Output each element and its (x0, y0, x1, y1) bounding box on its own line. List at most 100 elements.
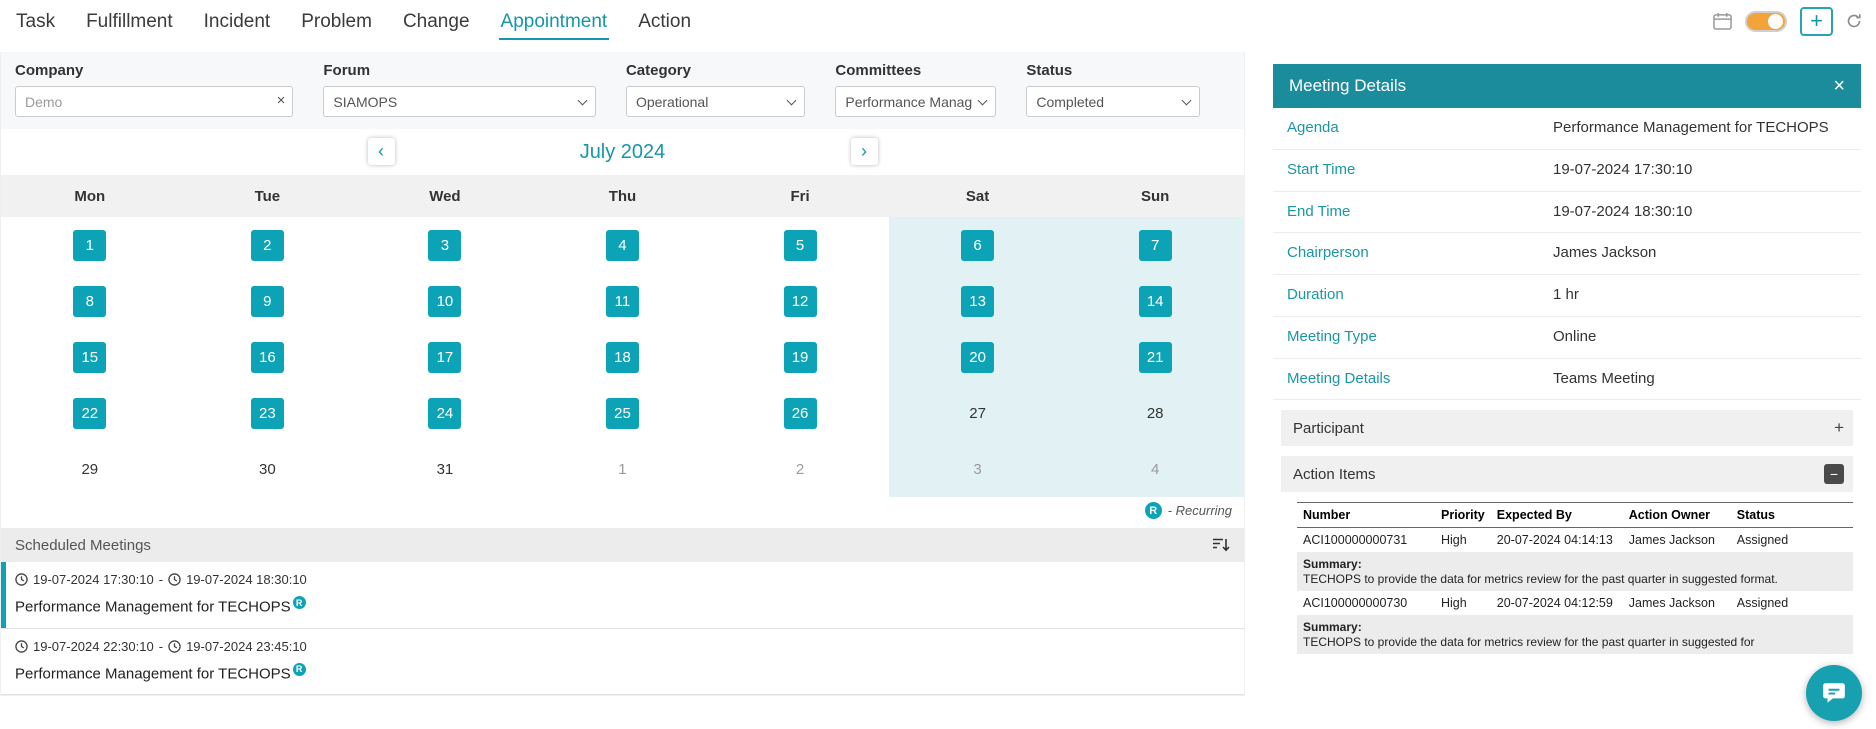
detail-field: Chairperson James Jackson (1273, 233, 1861, 275)
calendar-day-29[interactable]: 29 (73, 454, 106, 485)
calendar-day-1[interactable]: 1 (73, 229, 107, 261)
calendar-cell: 13 (888, 273, 1067, 329)
action-col-expected-by: Expected By (1490, 502, 1623, 529)
calendar-cell: 8 (1, 273, 179, 329)
calendar-cell: 20 (888, 329, 1067, 385)
calendar-cell: 26 (711, 385, 889, 441)
calendar-day-14[interactable]: 14 (1138, 285, 1172, 317)
category-select[interactable]: Operational (625, 86, 806, 117)
company-input[interactable] (15, 86, 294, 117)
calendar-day-4[interactable]: 4 (605, 229, 639, 261)
participant-section-header[interactable]: Participant + (1281, 410, 1853, 447)
calendar-day-2[interactable]: 2 (250, 229, 284, 261)
nav-tab-appointment[interactable]: Appointment (498, 3, 610, 40)
status-select[interactable]: Completed (1026, 86, 1200, 117)
calendar-cell: 16 (179, 329, 357, 385)
detail-field: End Time 19-07-2024 18:30:10 (1273, 192, 1861, 234)
company-label: Company (15, 62, 84, 79)
nav-tab-fulfillment[interactable]: Fulfillment (84, 3, 175, 40)
calendar-day-16[interactable]: 16 (250, 341, 284, 373)
meeting-list-item[interactable]: 19-07-2024 22:30:10 - 19-07-2024 23:45:1… (1, 628, 1244, 695)
clear-company-icon[interactable]: × (277, 93, 286, 108)
action-number: ACI100000000730 (1303, 596, 1408, 611)
sort-icon[interactable] (1212, 537, 1230, 553)
calendar-day-24[interactable]: 24 (428, 397, 462, 429)
calendar-day-30[interactable]: 30 (251, 454, 284, 485)
prev-month-button[interactable]: ‹ (367, 138, 395, 165)
chat-button[interactable] (1806, 665, 1862, 721)
calendar-day-7[interactable]: 7 (1138, 229, 1172, 261)
calendar-day-19[interactable]: 19 (783, 341, 817, 373)
calendar-day-11[interactable]: 11 (605, 285, 639, 317)
calendar-day-25[interactable]: 25 (605, 397, 639, 429)
calendar-cell: 6 (888, 217, 1067, 273)
next-month-button[interactable]: › (850, 138, 878, 165)
calendar-cell: 25 (534, 385, 712, 441)
calendar-cell: 30 (179, 441, 357, 497)
meeting-start-time: 19-07-2024 22:30:10 (33, 638, 154, 654)
calendar-day-10[interactable]: 10 (428, 285, 462, 317)
calendar-day-18[interactable]: 18 (605, 341, 639, 373)
detail-field-value: 1 hr (1553, 286, 1579, 303)
calendar-day-28[interactable]: 28 (1139, 398, 1172, 429)
calendar-day-21[interactable]: 21 (1138, 341, 1172, 373)
calendar-day-22[interactable]: 22 (73, 397, 107, 429)
calendar-day-5[interactable]: 5 (783, 229, 817, 261)
summary-label: Summary: (1303, 557, 1362, 572)
calendar-icon[interactable] (1713, 12, 1732, 30)
nav-tab-action[interactable]: Action (636, 3, 693, 40)
nav-tab-change[interactable]: Change (401, 3, 472, 40)
meeting-details-header: Meeting Details × (1273, 64, 1861, 108)
forum-select[interactable]: SIAMOPS (323, 86, 596, 117)
calendar-day-12[interactable]: 12 (783, 285, 817, 317)
nav-tab-incident[interactable]: Incident (202, 3, 273, 40)
calendar-day-3[interactable]: 3 (428, 229, 462, 261)
calendar-day-27[interactable]: 27 (961, 398, 994, 429)
committees-select[interactable]: Performance Manag (835, 86, 997, 117)
action-owner: James Jackson (1628, 596, 1715, 611)
calendar-panel: Company × Forum SIAMOPS Category Operati… (0, 52, 1245, 696)
action-owner: James Jackson (1628, 533, 1715, 548)
calendar-day-17[interactable]: 17 (428, 341, 462, 373)
calendar-dayname-fri: Fri (711, 175, 889, 217)
view-toggle[interactable] (1745, 10, 1787, 32)
calendar-day-31[interactable]: 31 (428, 454, 461, 485)
detail-field-label: Start Time (1287, 160, 1356, 178)
nav-tab-task[interactable]: Task (14, 3, 57, 40)
calendar-cell: 19 (711, 329, 889, 385)
calendar-cell: 31 (356, 441, 534, 497)
action-col-status: Status (1730, 502, 1853, 529)
action-status: Assigned (1736, 596, 1789, 611)
calendar-day-9[interactable]: 9 (250, 285, 284, 317)
refresh-icon[interactable] (1846, 13, 1862, 29)
nav-tab-problem[interactable]: Problem (299, 3, 374, 40)
calendar-cell: 10 (356, 273, 534, 329)
detail-field-label: Chairperson (1287, 244, 1369, 262)
month-calendar: Mon Tue Wed Thu Fri Sat Sun 1 2 3 4 5 6 7 8 9 10 11 12 13 1… (1, 175, 1244, 497)
detail-field: Start Time 19-07-2024 17:30:10 (1273, 150, 1861, 192)
scheduled-meetings-title: Scheduled Meetings (15, 536, 151, 554)
expand-icon[interactable]: + (1834, 418, 1844, 438)
calendar-dayname-mon: Mon (1, 175, 179, 217)
collapse-icon[interactable]: − (1824, 464, 1844, 485)
calendar-day-3: 3 (973, 460, 982, 478)
meeting-details-title: Meeting Details (1289, 76, 1407, 95)
recurring-icon: R (292, 662, 306, 676)
calendar-day-23[interactable]: 23 (250, 397, 284, 429)
meeting-end-time: 19-07-2024 18:30:10 (186, 572, 307, 587)
calendar-day-6[interactable]: 6 (961, 229, 995, 261)
calendar-day-20[interactable]: 20 (961, 341, 995, 373)
action-expected-by: 20-07-2024 04:12:59 (1496, 596, 1613, 611)
meeting-details-panel: Meeting Details × Agenda Performance Man… (1273, 64, 1861, 696)
detail-field-value: Teams Meeting (1553, 369, 1655, 387)
calendar-day-26[interactable]: 26 (783, 397, 817, 429)
meeting-list-item[interactable]: 19-07-2024 17:30:10 - 19-07-2024 18:30:1… (1, 562, 1244, 629)
calendar-day-13[interactable]: 13 (961, 285, 995, 317)
calendar-day-8[interactable]: 8 (73, 285, 107, 317)
action-items-section-header[interactable]: Action Items − (1281, 456, 1853, 493)
close-icon[interactable]: × (1833, 75, 1845, 98)
status-label: Status (1026, 62, 1073, 79)
filter-category: Category Operational (625, 62, 806, 117)
add-appointment-button[interactable]: + (1800, 6, 1833, 36)
calendar-day-15[interactable]: 15 (73, 341, 107, 373)
